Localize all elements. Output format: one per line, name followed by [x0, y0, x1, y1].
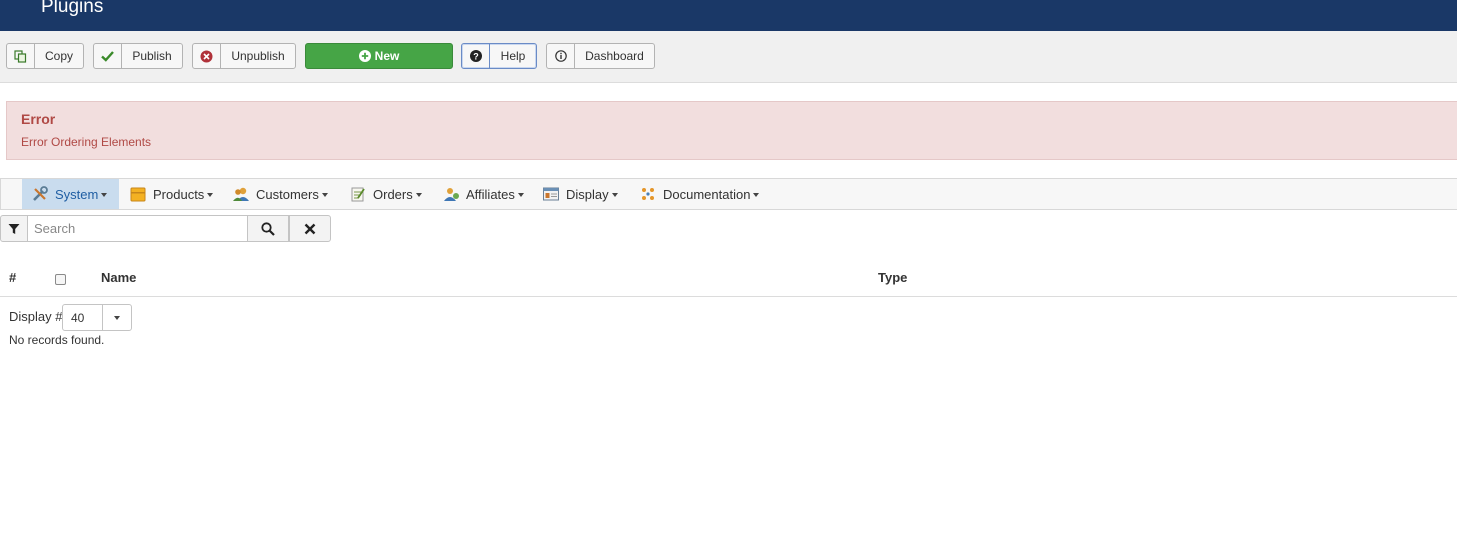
products-box-icon — [129, 186, 147, 202]
publish-button[interactable]: Publish — [93, 43, 183, 69]
question-icon: ? — [462, 44, 490, 68]
menu-system[interactable]: System — [22, 179, 119, 209]
alert-message: Error Ordering Elements — [21, 135, 152, 149]
alert-heading: Error — [21, 111, 56, 127]
menu-customers-label: Customers — [256, 186, 319, 202]
menu-affiliates[interactable]: Affiliates — [433, 179, 531, 209]
filter-icon — [8, 223, 20, 235]
chevron-down-icon — [517, 193, 524, 197]
checkmark-icon — [94, 44, 122, 68]
chevron-down-icon — [415, 193, 422, 197]
menu-orders-label: Orders — [373, 186, 413, 202]
display-count-label: Display # — [9, 309, 63, 324]
menu-system-label: System — [55, 186, 99, 202]
search-input[interactable] — [28, 215, 248, 242]
menu-products[interactable]: Products — [120, 179, 221, 209]
chevron-down-icon — [101, 193, 108, 197]
clear-search-button[interactable] — [289, 215, 331, 242]
chevron-down-icon — [207, 193, 214, 197]
empty-message: No records found. — [9, 333, 105, 347]
error-alert: Error Error Ordering Elements — [6, 101, 1457, 160]
page-title: Plugins — [41, 0, 104, 17]
menu-orders[interactable]: Orders — [340, 179, 430, 209]
menu-documentation[interactable]: Documentation — [630, 179, 768, 209]
column-number-header: # — [9, 270, 17, 285]
toolbar: Copy Publish Unpublish New ? Help Dashbo… — [0, 31, 1457, 83]
display-count-value: 40 — [71, 310, 85, 325]
filter-toggle-button[interactable] — [0, 215, 28, 242]
column-type-header[interactable]: Type — [878, 270, 907, 285]
table-header: # Name Type — [0, 262, 1457, 297]
publish-button-label: Publish — [132, 49, 172, 63]
chevron-down-icon — [611, 193, 618, 197]
menu-display[interactable]: Display — [533, 179, 628, 209]
copy-icon — [7, 44, 35, 68]
help-button-label: Help — [500, 49, 526, 63]
plus-circle-icon — [358, 50, 371, 62]
svg-text:?: ? — [473, 52, 479, 62]
new-button[interactable]: New — [305, 43, 453, 69]
select-all-checkbox[interactable] — [55, 274, 66, 285]
unpublish-button-label: Unpublish — [231, 49, 285, 63]
circle-x-icon — [193, 44, 221, 68]
dashboard-button-label: Dashboard — [585, 49, 644, 63]
dashboard-button[interactable]: Dashboard — [546, 43, 655, 69]
menu-affiliates-label: Affiliates — [466, 186, 515, 202]
chevron-down-icon — [102, 305, 131, 330]
new-button-label: New — [374, 49, 400, 63]
unpublish-button[interactable]: Unpublish — [192, 43, 296, 69]
chevron-down-icon — [321, 193, 328, 197]
display-count-select[interactable]: 40 — [62, 304, 132, 331]
display-window-icon — [542, 186, 560, 202]
info-icon — [547, 44, 575, 68]
affiliates-icon — [442, 186, 460, 202]
page-header: Plugins — [0, 0, 1457, 31]
component-menu-bar: System Products Customers Orders Affilia… — [0, 178, 1457, 210]
column-name-header[interactable]: Name — [101, 270, 136, 285]
help-button[interactable]: ? Help — [461, 43, 537, 69]
menu-display-label: Display — [566, 186, 609, 202]
chevron-down-icon — [753, 193, 760, 197]
search-button[interactable] — [247, 215, 289, 242]
tools-icon — [31, 186, 49, 202]
copy-button[interactable]: Copy — [6, 43, 84, 69]
menu-documentation-label: Documentation — [663, 186, 751, 202]
menu-products-label: Products — [153, 186, 205, 202]
documentation-icon — [639, 186, 657, 202]
search-icon — [261, 221, 275, 236]
copy-button-label: Copy — [44, 49, 73, 63]
close-icon — [304, 223, 316, 235]
orders-icon — [349, 186, 367, 202]
customers-icon — [232, 186, 250, 202]
menu-customers[interactable]: Customers — [223, 179, 337, 209]
